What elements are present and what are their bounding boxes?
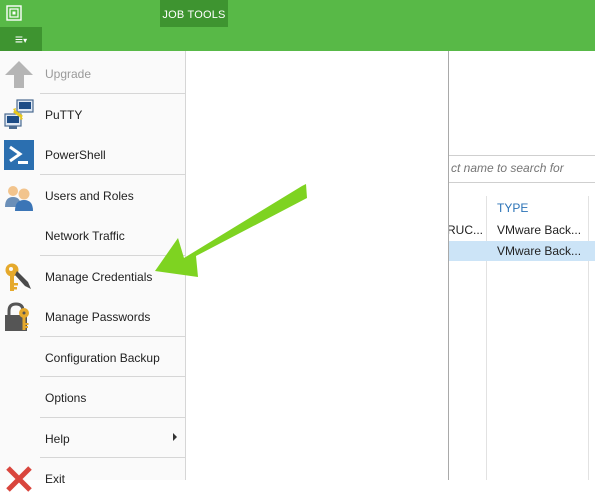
ribbon-bar [0,27,595,51]
powershell-icon [4,140,34,170]
search-box[interactable] [447,155,595,183]
content-area [447,51,595,480]
menu-item-label: PowerShell [45,148,106,162]
menu-item-manage-credentials[interactable]: Manage Credentials [0,256,185,296]
title-bar: JOB TOOLS [0,0,595,27]
upgrade-arrow-icon [5,61,33,88]
users-icon [5,186,33,211]
menu-item-upgrade[interactable]: Upgrade [0,53,185,93]
menu-item-powershell[interactable]: PowerShell [0,134,185,174]
table-row-selected[interactable]: VMware Back... [447,241,595,261]
key-icon [5,263,31,291]
chevron-down-icon: ▾ [23,35,28,45]
table-row[interactable]: RUC... VMware Back... [447,220,595,240]
exit-x-icon [6,466,32,492]
menu-item-label: Exit [45,472,66,486]
app-icon [6,5,22,21]
menu-item-users-and-roles[interactable]: Users and Roles [0,175,185,215]
tab-job-tools[interactable]: JOB TOOLS [160,0,228,27]
cell-type: VMware Back... [497,244,582,258]
menu-item-manage-passwords[interactable]: Manage Passwords [0,296,185,336]
menu-item-label: Configuration Backup [45,351,160,365]
menu-item-label: Options [45,391,87,405]
lock-key-icon [5,302,29,331]
column-header-type[interactable]: TYPE [497,201,528,215]
main-menu-panel: Upgrade PuTTY PowerShell Users and Roles… [0,51,449,492]
menu-item-network-traffic[interactable]: Network Traffic [0,215,185,255]
menu-item-options[interactable]: Options [0,377,185,417]
menu-item-putty[interactable]: PuTTY [0,94,185,134]
menu-item-exit[interactable]: Exit [0,458,185,498]
menu-item-label: Manage Credentials [45,270,153,284]
main-menu-button[interactable]: ≡▾ [0,27,42,52]
menu-item-configuration-backup[interactable]: Configuration Backup [0,337,185,377]
hamburger-icon: ≡ [14,31,24,47]
putty-icon [4,99,34,129]
submenu-arrow-icon [173,433,177,441]
menu-item-label: Manage Passwords [45,310,151,324]
cell-type: VMware Back... [497,223,582,237]
menu-item-help[interactable]: Help [0,418,185,458]
menu-item-label: Help [45,432,70,446]
menu-command-list: Upgrade PuTTY PowerShell Users and Roles… [0,51,186,492]
cell-name: RUC... [447,223,482,237]
menu-item-label: Users and Roles [45,189,134,203]
menu-item-label: PuTTY [45,108,83,122]
menu-item-label: Upgrade [45,67,92,81]
search-input[interactable] [447,156,591,180]
menu-item-label: Network Traffic [45,229,125,243]
